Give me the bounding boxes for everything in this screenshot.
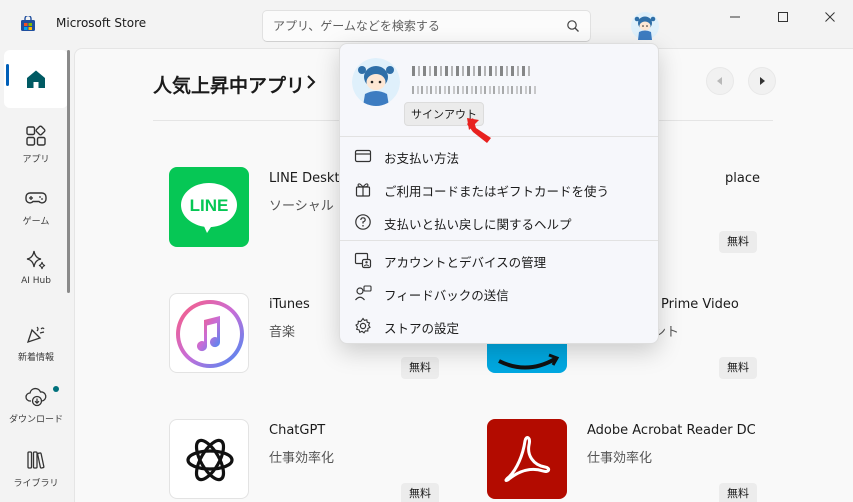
maximize-button[interactable]: [770, 6, 796, 28]
account-user-email: ＊＊＊＊＊＊＊＊＊＊＊＊: [412, 86, 536, 94]
caret-left-icon: [717, 77, 722, 85]
menu-item-label: フィードバックの送信: [384, 288, 509, 303]
app-name: Prime Video: [661, 297, 739, 312]
home-icon: [27, 70, 45, 88]
menu-item-label: ご利用コードまたはギフトカードを使う: [384, 184, 610, 199]
account-device-icon: [354, 252, 372, 269]
cloud-download-icon: [25, 387, 47, 407]
nav-library[interactable]: ライブラリ: [4, 438, 68, 496]
nav-library-label: ライブラリ: [13, 479, 59, 489]
itunes-app-icon: [169, 293, 249, 373]
menu-divider: [340, 240, 658, 241]
price-badge[interactable]: 無料: [401, 357, 439, 379]
menu-item-label: お支払い方法: [384, 151, 460, 166]
line-logo-text: LINE: [190, 196, 229, 215]
app-name: Adobe Acrobat Reader DC: [587, 423, 756, 438]
price-badge[interactable]: 無料: [719, 357, 757, 379]
nav-apps[interactable]: アプリ: [4, 114, 68, 172]
app-tile-adobe-acrobat[interactable]: Adobe Acrobat Reader DC 仕事効率化 無料: [487, 419, 787, 502]
chatgpt-app-icon: [169, 419, 249, 499]
pager-prev-button[interactable]: [706, 67, 734, 95]
menu-item-label: アカウントとデバイスの管理: [384, 255, 547, 270]
section-title[interactable]: 人気上昇中アプリ: [153, 71, 305, 98]
help-icon: [355, 214, 371, 230]
menu-item-store-settings[interactable]: ストアの設定: [340, 309, 658, 341]
account-menu: ＊＊＊＊＊＊＊ ＊＊＊＊＊＊＊＊＊＊＊＊ サインアウト お支払い方法 ご利用コー…: [339, 43, 659, 344]
price-badge[interactable]: 無料: [719, 231, 757, 253]
app-category: ソーシャル: [269, 199, 334, 214]
app-category: 音楽: [269, 325, 296, 340]
red-arrow-annotation: [467, 118, 491, 143]
party-icon: [26, 326, 45, 344]
price-badge[interactable]: 無料: [719, 483, 757, 502]
app-name: ChatGPT: [269, 423, 326, 438]
menu-item-redeem-code[interactable]: ご利用コードまたはギフトカードを使う: [340, 172, 658, 204]
store-logo-icon: [21, 16, 35, 31]
download-badge-dot: [53, 386, 59, 392]
app-name: place: [725, 171, 760, 186]
menu-item-send-feedback[interactable]: フィードバックの送信: [340, 276, 658, 308]
left-navigation: アプリ ゲーム AI Hub 新着情報 ダウンロード ライブラリ: [0, 48, 74, 502]
pager-next-button[interactable]: [748, 67, 776, 95]
nav-downloads-label: ダウンロード: [8, 415, 63, 425]
feedback-icon: [355, 285, 372, 301]
app-tile-chatgpt[interactable]: ChatGPT 仕事効率化 無料: [169, 419, 469, 502]
gift-icon: [355, 183, 371, 197]
menu-item-payment-methods[interactable]: お支払い方法: [340, 139, 658, 171]
menu-item-label: ストアの設定: [384, 321, 460, 336]
nav-active-indicator: [6, 64, 9, 86]
close-button[interactable]: [817, 6, 843, 28]
nav-downloads[interactable]: ダウンロード: [4, 374, 68, 432]
sparkle-icon: [26, 250, 46, 270]
nav-home[interactable]: [4, 50, 68, 108]
app-title: Microsoft Store: [56, 16, 147, 30]
title-bar: Microsoft Store: [0, 0, 853, 48]
app-category: 仕事効率化: [269, 451, 335, 466]
search-input[interactable]: [273, 17, 553, 35]
nav-games[interactable]: ゲーム: [4, 176, 68, 234]
apps-icon: [26, 125, 46, 146]
library-icon: [27, 451, 45, 469]
app-name: iTunes: [269, 297, 310, 312]
caret-right-icon: [760, 77, 765, 85]
nav-whats-new[interactable]: 新着情報: [4, 312, 68, 370]
nav-apps-label: アプリ: [22, 155, 50, 165]
nav-ai-hub[interactable]: AI Hub: [4, 238, 68, 296]
price-badge[interactable]: 無料: [401, 483, 439, 502]
line-app-icon: LINE: [169, 167, 249, 247]
adobe-acrobat-app-icon: [487, 419, 567, 499]
account-menu-avatar: [352, 58, 400, 106]
app-name: LINE Deskto: [269, 171, 348, 186]
nav-scrollbar[interactable]: [67, 50, 70, 293]
minimize-button[interactable]: [722, 6, 748, 28]
settings-gear-icon: [355, 317, 371, 334]
menu-item-payment-help[interactable]: 支払いと払い戻しに関するヘルプ: [340, 205, 658, 237]
credit-card-icon: [354, 149, 372, 163]
account-avatar-button[interactable]: [631, 12, 659, 40]
gamepad-icon: [25, 192, 47, 204]
nav-games-label: ゲーム: [22, 217, 50, 227]
nav-ai-hub-label: AI Hub: [21, 276, 51, 286]
nav-whats-new-label: 新着情報: [17, 353, 54, 363]
menu-item-manage-account[interactable]: アカウントとデバイスの管理: [340, 243, 658, 275]
menu-item-label: 支払いと払い戻しに関するヘルプ: [384, 217, 572, 232]
menu-divider: [340, 136, 658, 137]
app-category: 仕事効率化: [587, 451, 653, 466]
chevron-right-icon[interactable]: [305, 73, 317, 91]
search-icon[interactable]: [566, 19, 580, 33]
search-box[interactable]: [262, 10, 591, 42]
account-user-name: ＊＊＊＊＊＊＊: [412, 66, 532, 76]
